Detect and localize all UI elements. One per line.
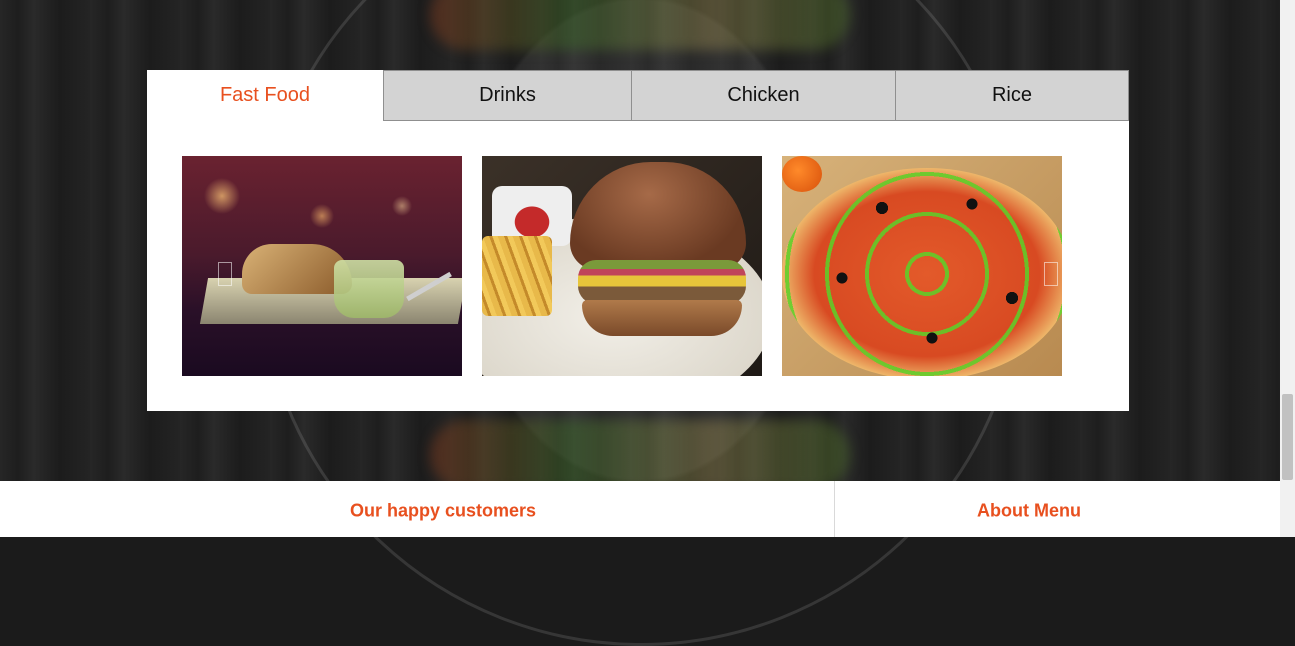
menu-tabs: Fast Food Drinks Chicken Rice: [147, 70, 1129, 121]
menu-tab-panel: Fast Food Drinks Chicken Rice: [147, 70, 1129, 411]
tab-drinks[interactable]: Drinks: [383, 70, 632, 121]
carousel-prev-arrow-icon[interactable]: [218, 262, 232, 286]
bun-bottom-shape: [582, 300, 742, 336]
bread-dip-photo[interactable]: [182, 156, 462, 376]
about-menu-heading: About Menu: [977, 500, 1081, 521]
pizza-shape: [782, 168, 1062, 376]
footer-divider: [834, 481, 835, 537]
scrollbar-thumb[interactable]: [1282, 394, 1293, 480]
fries-shape: [482, 236, 552, 316]
pizza-photo[interactable]: [782, 156, 1062, 376]
tab-chicken[interactable]: Chicken: [632, 70, 896, 121]
dip-jar-shape: [334, 260, 404, 318]
carousel-next-arrow-icon[interactable]: [1044, 262, 1058, 286]
tab-fast-food[interactable]: Fast Food: [147, 70, 383, 121]
vegetables-top: [430, 0, 850, 50]
pepper-shape: [782, 156, 822, 192]
burger-filling-shape: [578, 260, 746, 304]
bun-top-shape: [570, 162, 746, 270]
food-gallery: [182, 156, 1062, 376]
happy-customers-heading: Our happy customers: [350, 500, 537, 521]
vegetables-bottom: [430, 420, 850, 490]
burger-photo[interactable]: [482, 156, 762, 376]
footer-section: Our happy customers About Menu: [0, 481, 1280, 537]
tab-rice[interactable]: Rice: [896, 70, 1129, 121]
